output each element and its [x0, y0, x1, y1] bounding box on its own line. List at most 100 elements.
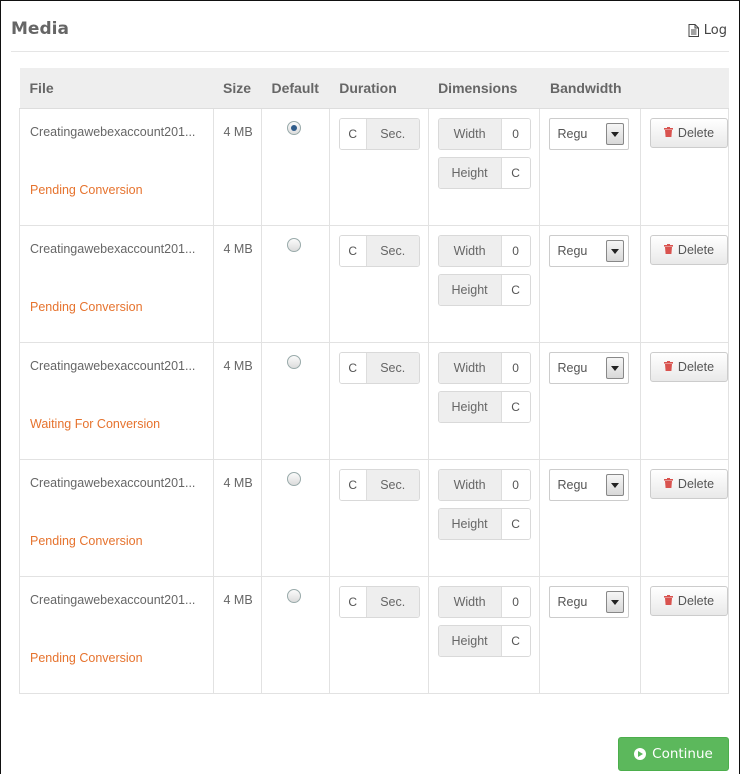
- trash-icon: [663, 243, 673, 257]
- height-input[interactable]: [501, 275, 530, 305]
- duration-unit: Sec.: [366, 353, 419, 383]
- duration-group: Sec.: [338, 352, 420, 384]
- duration-group: Sec.: [338, 235, 420, 267]
- duration-group: Sec.: [338, 469, 420, 501]
- title-divider: [11, 51, 729, 52]
- file-name: Creatingawebexaccount201...: [30, 242, 196, 256]
- duration-input[interactable]: [339, 353, 367, 383]
- continue-label: Continue: [652, 746, 713, 762]
- bandwidth-select[interactable]: Regu: [549, 586, 630, 618]
- delete-button[interactable]: Delete: [650, 586, 728, 616]
- duration-unit: Sec.: [366, 236, 419, 266]
- header-bandwidth: Bandwidth: [539, 68, 641, 109]
- width-label: Width: [438, 470, 502, 500]
- duration-cell: Sec.: [328, 225, 429, 343]
- chevron-down-icon: [606, 240, 625, 262]
- bandwidth-select[interactable]: Regu: [549, 235, 630, 267]
- duration-input[interactable]: [339, 119, 367, 149]
- file-cell: Creatingawebexaccount201... Pending Conve…: [19, 225, 214, 343]
- header-actions: [640, 68, 729, 109]
- default-cell: [261, 459, 330, 577]
- actions-cell: Delete: [640, 108, 729, 226]
- delete-label: Delete: [677, 594, 715, 608]
- chevron-down-icon: [606, 123, 625, 145]
- table-row: Creatingawebexaccount201... Pending Conve…: [19, 108, 729, 226]
- panel-title: Media: [11, 19, 69, 39]
- duration-cell: Sec.: [328, 459, 429, 577]
- file-text-icon: [688, 24, 699, 37]
- media-table: File Size Default Duration Dimensions Ba…: [19, 68, 729, 694]
- chevron-down-icon: [606, 357, 625, 379]
- delete-label: Delete: [677, 126, 715, 140]
- width-input[interactable]: [501, 470, 530, 500]
- bandwidth-value: Regu: [557, 361, 588, 375]
- delete-button[interactable]: Delete: [650, 118, 728, 148]
- default-radio[interactable]: [287, 472, 301, 486]
- default-radio[interactable]: [287, 355, 301, 369]
- delete-label: Delete: [677, 360, 715, 374]
- file-size: 4 MB: [223, 242, 253, 256]
- conversion-status: Pending Conversion: [30, 183, 143, 197]
- default-cell: [261, 342, 330, 460]
- table-header-row: File Size Default Duration Dimensions Ba…: [19, 68, 729, 109]
- bandwidth-value: Regu: [557, 127, 588, 141]
- file-cell: Creatingawebexaccount201... Pending Conve…: [19, 459, 214, 577]
- height-input[interactable]: [501, 626, 530, 656]
- actions-cell: Delete: [640, 576, 729, 694]
- duration-cell: Sec.: [328, 576, 429, 694]
- dimensions-cell: Width Height: [427, 108, 541, 226]
- delete-button[interactable]: Delete: [650, 469, 728, 499]
- width-group: Width: [437, 352, 531, 384]
- dimensions-cell: Width Height: [427, 459, 541, 577]
- height-group: Height: [437, 625, 531, 657]
- delete-button[interactable]: Delete: [650, 352, 728, 382]
- media-panel: Media Log File Size Default Duration Dim…: [0, 0, 740, 774]
- size-cell: 4 MB: [212, 342, 262, 460]
- header-size: Size: [213, 68, 262, 109]
- default-cell: [261, 108, 330, 226]
- conversion-status: Pending Conversion: [30, 534, 143, 548]
- delete-button[interactable]: Delete: [650, 235, 728, 265]
- file-name: Creatingawebexaccount201...: [30, 593, 196, 607]
- duration-unit: Sec.: [366, 587, 419, 617]
- bandwidth-cell: Regu: [539, 225, 641, 343]
- duration-input[interactable]: [339, 587, 367, 617]
- dimensions-cell: Width Height: [427, 225, 541, 343]
- height-input[interactable]: [501, 158, 530, 188]
- bandwidth-select[interactable]: Regu: [549, 469, 630, 501]
- duration-input[interactable]: [339, 470, 367, 500]
- file-cell: Creatingawebexaccount201... Pending Conve…: [19, 576, 214, 694]
- height-group: Height: [437, 274, 531, 306]
- height-group: Height: [437, 157, 531, 189]
- width-input[interactable]: [501, 353, 530, 383]
- height-input[interactable]: [501, 392, 530, 422]
- duration-unit: Sec.: [366, 470, 419, 500]
- width-label: Width: [438, 236, 502, 266]
- bandwidth-value: Regu: [557, 595, 588, 609]
- file-name: Creatingawebexaccount201...: [30, 125, 196, 139]
- bandwidth-select[interactable]: Regu: [549, 352, 630, 384]
- conversion-status: Pending Conversion: [30, 300, 143, 314]
- delete-label: Delete: [677, 477, 715, 491]
- continue-button[interactable]: Continue: [618, 737, 729, 771]
- width-label: Width: [438, 353, 502, 383]
- height-label: Height: [438, 626, 502, 656]
- default-radio[interactable]: [287, 121, 301, 135]
- default-radio[interactable]: [287, 589, 301, 603]
- width-input[interactable]: [501, 119, 530, 149]
- duration-input[interactable]: [339, 236, 367, 266]
- width-input[interactable]: [501, 236, 530, 266]
- table-row: Creatingawebexaccount201... Pending Conve…: [19, 459, 729, 577]
- chevron-down-icon: [606, 591, 625, 613]
- height-input[interactable]: [501, 509, 530, 539]
- table-row: Creatingawebexaccount201... Waiting For C…: [19, 342, 729, 460]
- duration-cell: Sec.: [328, 342, 429, 460]
- bandwidth-select[interactable]: Regu: [549, 118, 630, 150]
- size-cell: 4 MB: [212, 108, 262, 226]
- log-link[interactable]: Log: [688, 23, 727, 38]
- width-input[interactable]: [501, 587, 530, 617]
- log-label: Log: [703, 23, 727, 38]
- conversion-status: Waiting For Conversion: [30, 417, 161, 431]
- default-radio[interactable]: [287, 238, 301, 252]
- actions-cell: Delete: [640, 342, 729, 460]
